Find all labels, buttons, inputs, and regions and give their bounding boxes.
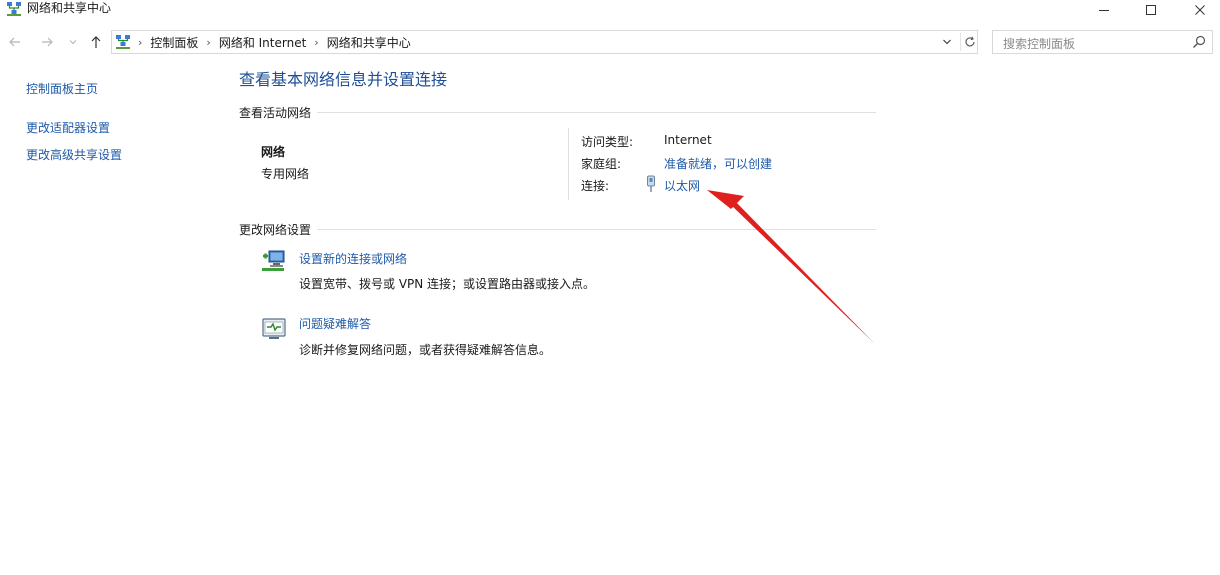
address-history-button[interactable]	[938, 33, 956, 51]
search-icon	[1193, 35, 1206, 48]
active-networks-header: 查看活动网络	[239, 104, 876, 121]
search-placeholder: 搜索控制面板	[1003, 37, 1076, 51]
homegroup-link[interactable]: 准备就绪，可以创建	[664, 155, 772, 172]
up-button[interactable]	[87, 32, 105, 52]
close-button[interactable]	[1178, 0, 1220, 20]
network-center-icon	[7, 2, 21, 16]
sidebar-item-change-advanced-sharing[interactable]: 更改高级共享设置	[26, 146, 122, 163]
address-bar[interactable]: › 控制面板 › 网络和 Internet › 网络和共享中心	[111, 30, 978, 54]
window-title: 网络和共享中心	[27, 1, 112, 15]
divider	[239, 112, 876, 113]
chevron-down-icon	[943, 39, 951, 45]
section-label: 查看活动网络	[239, 104, 318, 121]
breadcrumb-item-control-panel[interactable]: 控制面板	[150, 34, 198, 51]
search-input[interactable]: 搜索控制面板	[992, 30, 1213, 54]
refresh-button[interactable]	[960, 33, 978, 51]
minimize-icon	[1099, 10, 1109, 11]
annotation-arrow	[707, 190, 875, 344]
divider	[239, 229, 876, 230]
maximize-button[interactable]	[1129, 0, 1173, 20]
network-setup-icon	[262, 250, 285, 271]
section-label: 更改网络设置	[239, 221, 318, 238]
sidebar-item-control-panel-home[interactable]: 控制面板主页	[26, 80, 98, 97]
setup-connection-link[interactable]: 设置新的连接或网络	[299, 250, 407, 267]
homegroup-label: 家庭组:	[581, 157, 622, 171]
chevron-right-icon: ›	[138, 35, 143, 49]
arrow-left-icon	[9, 37, 20, 47]
breadcrumb-item-network-sharing-center[interactable]: 网络和共享中心	[327, 34, 411, 51]
change-settings-header: 更改网络设置	[239, 221, 876, 238]
minimize-button[interactable]	[1082, 0, 1126, 20]
arrow-up-icon	[91, 36, 101, 48]
arrow-head	[707, 190, 744, 209]
setup-connection-description: 设置宽带、拨号或 VPN 连接；或设置路由器或接入点。	[299, 277, 596, 291]
ethernet-icon	[647, 175, 655, 192]
close-icon	[1195, 5, 1205, 15]
sidebar-item-change-adapter-settings[interactable]: 更改适配器设置	[26, 119, 110, 136]
divider	[568, 128, 569, 200]
breadcrumb-item-network-internet[interactable]: 网络和 Internet	[219, 34, 306, 51]
forward-button[interactable]	[38, 32, 56, 52]
control-panel-icon	[116, 35, 130, 49]
network-type: 专用网络	[261, 167, 310, 181]
page-title: 查看基本网络信息并设置连接	[239, 70, 448, 89]
troubleshoot-icon	[262, 318, 286, 339]
connection-label: 连接:	[581, 179, 610, 193]
refresh-icon	[965, 36, 975, 47]
title-bar: 网络和共享中心	[0, 0, 1220, 22]
access-type-label: 访问类型:	[581, 135, 634, 149]
recent-locations-button[interactable]	[64, 32, 82, 52]
arrow-right-icon	[42, 37, 53, 47]
chevron-right-icon[interactable]: ›	[314, 36, 318, 49]
chevron-right-icon[interactable]: ›	[206, 36, 210, 49]
access-type-value: Internet	[664, 133, 712, 147]
troubleshoot-description: 诊断并修复网络问题，或者获得疑难解答信息。	[299, 343, 552, 357]
troubleshoot-link[interactable]: 问题疑难解答	[299, 315, 371, 332]
ethernet-link[interactable]: 以太网	[664, 177, 700, 194]
back-button[interactable]	[6, 32, 24, 52]
network-name: 网络	[261, 145, 286, 159]
chevron-down-icon	[69, 40, 77, 45]
maximize-icon	[1146, 5, 1156, 15]
navigation-bar: › 控制面板 › 网络和 Internet › 网络和共享中心 搜索控制面板	[0, 28, 1220, 56]
breadcrumb: › 控制面板 › 网络和 Internet › 网络和共享中心	[138, 31, 411, 53]
